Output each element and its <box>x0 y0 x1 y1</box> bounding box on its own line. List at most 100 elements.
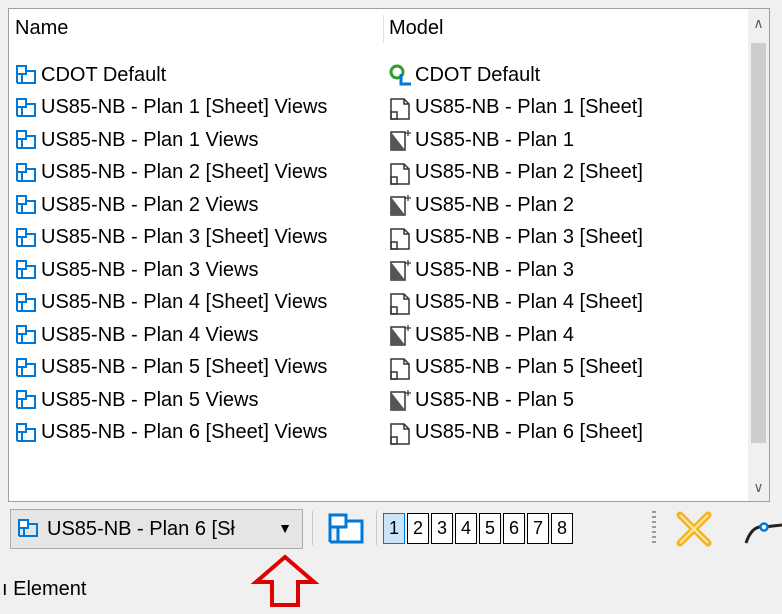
saved-view-name-cell: US85-NB - Plan 1 [Sheet] Views <box>15 93 327 123</box>
sheet-model-icon <box>389 292 411 315</box>
sheet-model-icon <box>389 162 411 185</box>
saved-view-name-cell: US85-NB - Plan 5 Views <box>15 385 259 415</box>
saved-view-name: US85-NB - Plan 1 Views <box>41 128 259 151</box>
model-cell: US85-NB - Plan 4 [Sheet] <box>389 288 643 318</box>
model-name: US85-NB - Plan 3 [Sheet] <box>415 226 643 248</box>
list-item[interactable]: US85-NB - Plan 6 [Sheet] Views US85-NB - … <box>9 417 748 450</box>
saved-view-name: CDOT Default <box>41 63 167 86</box>
model-cell: US85-NB - Plan 1 [Sheet] <box>389 93 643 123</box>
view-1-button[interactable]: 1 <box>383 513 405 544</box>
model-name: US85-NB - Plan 4 <box>415 323 574 346</box>
model-name: US85-NB - Plan 6 [Sheet] <box>415 421 643 443</box>
list-item[interactable]: US85-NB - Plan 5 [Sheet] Views US85-NB - … <box>9 352 748 385</box>
model-name: CDOT Default <box>415 63 541 86</box>
column-header-name[interactable]: Name <box>15 17 68 40</box>
sheet-model-icon <box>389 227 411 250</box>
saved-view-icon <box>15 259 37 281</box>
saved-view-combo-value: US85-NB - Plan 6 [Sł <box>47 517 235 540</box>
saved-view-name-cell: US85-NB - Plan 5 [Sheet] Views <box>15 353 327 383</box>
view-3-button[interactable]: 3 <box>431 513 453 544</box>
model-name: US85-NB - Plan 4 [Sheet] <box>415 291 643 313</box>
view-groups-button[interactable] <box>322 509 370 549</box>
saved-view-name: US85-NB - Plan 4 [Sheet] Views <box>41 291 328 313</box>
model-cell: US85-NB - Plan 4 <box>389 320 574 350</box>
saved-view-icon <box>15 324 37 346</box>
saved-view-name-cell: CDOT Default <box>15 60 166 90</box>
view-8-button[interactable]: 8 <box>551 513 573 544</box>
design-model-icon <box>389 194 411 216</box>
vertical-scrollbar[interactable]: ∧ ∨ <box>748 9 769 501</box>
design-model-icon <box>389 324 411 346</box>
scroll-down-button[interactable]: ∨ <box>748 475 769 499</box>
list-item[interactable]: US85-NB - Plan 3 [Sheet] Views US85-NB - … <box>9 222 748 255</box>
design-model-icon <box>389 389 411 411</box>
model-cell: US85-NB - Plan 2 <box>389 190 574 220</box>
model-cell: CDOT Default <box>389 60 540 90</box>
status-bar-text: ı Element <box>2 578 87 600</box>
list-item[interactable]: US85-NB - Plan 2 Views US85-NB - Plan 2 <box>9 189 748 222</box>
saved-view-name-cell: US85-NB - Plan 4 [Sheet] Views <box>15 288 327 318</box>
list-item[interactable]: CDOT Default CDOT Default <box>9 59 748 92</box>
view-2-button[interactable]: 2 <box>407 513 429 544</box>
model-cell: US85-NB - Plan 2 [Sheet] <box>389 158 643 188</box>
model-cell: US85-NB - Plan 5 [Sheet] <box>389 353 643 383</box>
saved-view-name: US85-NB - Plan 6 [Sheet] Views <box>41 421 328 443</box>
model-name: US85-NB - Plan 5 <box>415 388 574 411</box>
saved-view-name: US85-NB - Plan 3 [Sheet] Views <box>41 226 328 248</box>
model-name: US85-NB - Plan 5 [Sheet] <box>415 356 643 378</box>
list-item[interactable]: US85-NB - Plan 4 [Sheet] Views US85-NB - … <box>9 287 748 320</box>
model-cell: US85-NB - Plan 5 <box>389 385 574 415</box>
list-item[interactable]: US85-NB - Plan 3 Views US85-NB - Plan 3 <box>9 254 748 287</box>
place-line-icon[interactable] <box>742 509 782 549</box>
saved-view-icon <box>17 518 39 540</box>
saved-view-name: US85-NB - Plan 2 Views <box>41 193 259 216</box>
scroll-thumb[interactable] <box>751 43 766 443</box>
saved-view-name-cell: US85-NB - Plan 1 Views <box>15 125 259 155</box>
list-item[interactable]: US85-NB - Plan 1 [Sheet] Views US85-NB - … <box>9 92 748 125</box>
model-name: US85-NB - Plan 1 [Sheet] <box>415 96 643 118</box>
model-cell: US85-NB - Plan 3 [Sheet] <box>389 223 643 253</box>
saved-view-name: US85-NB - Plan 3 Views <box>41 258 259 281</box>
scroll-up-button[interactable]: ∧ <box>748 11 769 35</box>
close-x-icon[interactable] <box>672 509 716 549</box>
view-7-button[interactable]: 7 <box>527 513 549 544</box>
model-cell: US85-NB - Plan 6 [Sheet] <box>389 418 643 448</box>
view-4-button[interactable]: 4 <box>455 513 477 544</box>
saved-view-combo[interactable]: US85-NB - Plan 6 [Sł ▼ <box>10 509 303 549</box>
list-item[interactable]: US85-NB - Plan 1 Views US85-NB - Plan 1 <box>9 124 748 157</box>
saved-view-name-cell: US85-NB - Plan 6 [Sheet] Views <box>15 418 327 448</box>
saved-view-name: US85-NB - Plan 1 [Sheet] Views <box>41 96 328 118</box>
sheet-model-icon <box>389 357 411 380</box>
saved-view-name-cell: US85-NB - Plan 3 [Sheet] Views <box>15 223 327 253</box>
toolbar-grip[interactable] <box>652 511 656 545</box>
model-cell: US85-NB - Plan 1 <box>389 125 574 155</box>
view-6-button[interactable]: 6 <box>503 513 525 544</box>
saved-view-icon <box>15 97 37 119</box>
view-5-button[interactable]: 5 <box>479 513 501 544</box>
model-name: US85-NB - Plan 1 <box>415 128 574 151</box>
model-name: US85-NB - Plan 2 [Sheet] <box>415 161 643 183</box>
saved-view-name: US85-NB - Plan 5 Views <box>41 388 259 411</box>
saved-view-icon <box>15 422 37 444</box>
design-model-icon <box>389 129 411 151</box>
model-name: US85-NB - Plan 3 <box>415 258 574 281</box>
saved-view-icon <box>15 162 37 184</box>
saved-views-list: CDOT Default CDOT Default US85-NB - Plan 1… <box>9 59 748 449</box>
list-item[interactable]: US85-NB - Plan 2 [Sheet] Views US85-NB - … <box>9 157 748 190</box>
saved-view-name-cell: US85-NB - Plan 4 Views <box>15 320 259 350</box>
saved-view-icon <box>15 292 37 314</box>
saved-view-name: US85-NB - Plan 5 [Sheet] Views <box>41 356 328 378</box>
chevron-down-icon[interactable]: ▼ <box>278 520 292 536</box>
saved-view-name-cell: US85-NB - Plan 2 [Sheet] Views <box>15 158 327 188</box>
saved-views-dropdown-panel: Name Model CDOT Default CDOT Default US85-… <box>8 8 770 502</box>
list-header: Name Model <box>9 9 748 49</box>
view-number-buttons: 12345678 <box>383 513 575 544</box>
list-item[interactable]: US85-NB - Plan 4 Views US85-NB - Plan 4 <box>9 319 748 352</box>
model-cell: US85-NB - Plan 3 <box>389 255 574 285</box>
column-divider[interactable] <box>383 15 384 43</box>
saved-view-icon <box>15 129 37 151</box>
list-item[interactable]: US85-NB - Plan 5 Views US85-NB - Plan 5 <box>9 384 748 417</box>
model-name: US85-NB - Plan 2 <box>415 193 574 216</box>
column-header-model[interactable]: Model <box>389 17 443 40</box>
toolbar-separator <box>312 511 313 545</box>
